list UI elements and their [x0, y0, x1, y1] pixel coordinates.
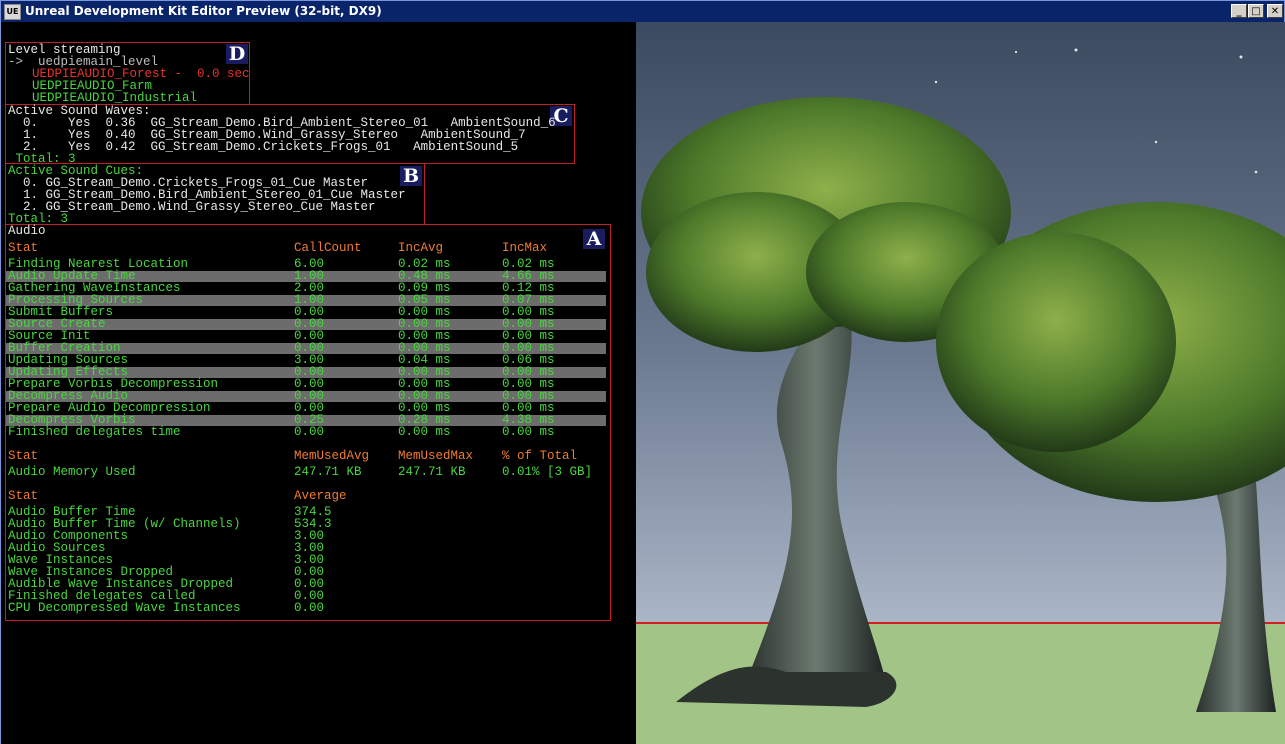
memory-cell: Audio Memory Used	[8, 465, 136, 479]
maximize-button[interactable]: □	[1248, 4, 1264, 18]
window-title: Unreal Development Kit Editor Preview (3…	[25, 4, 382, 18]
timing-cell: Finished delegates time	[8, 425, 181, 439]
timing-cell: 0.00 ms	[502, 425, 555, 439]
memory-header-cell: Stat	[8, 449, 39, 463]
minimize-button[interactable]: _	[1231, 4, 1247, 18]
memory-header-cell: % of Total	[502, 449, 578, 463]
memory-header-cell: MemUsedAvg	[294, 449, 370, 463]
streamed-level: UEDPIEAUDIO_Industrial	[32, 91, 198, 105]
timing-cell: 0.00 ms	[398, 425, 451, 439]
scene-render	[636, 22, 1285, 744]
stats-hud: D Level streaming -> uedpiemain_level UE…	[1, 22, 636, 744]
timing-header-cell: IncAvg	[398, 241, 444, 255]
unreal-app-icon[interactable]: UE	[4, 4, 21, 20]
editor-window: UE Unreal Development Kit Editor Preview…	[0, 0, 1285, 744]
counter-header-cell: Stat	[8, 489, 39, 503]
memory-cell: 0.01% [3 GB]	[502, 465, 593, 479]
memory-cell: 247.71 KB	[398, 465, 466, 479]
timing-header-cell: CallCount	[294, 241, 362, 255]
timing-cell: 0.00	[294, 425, 325, 439]
tag-a: A	[583, 229, 605, 249]
timing-header-cell: IncMax	[502, 241, 548, 255]
audio-title: Audio	[8, 224, 46, 238]
close-button[interactable]: ✕	[1267, 4, 1283, 18]
counter-header-cell: Average	[294, 489, 347, 503]
memory-cell: 247.71 KB	[294, 465, 362, 479]
sound-wave-row: 2. Yes 0.42 GG_Stream_Demo.Crickets_Frog…	[8, 140, 519, 154]
tag-b: B	[400, 166, 422, 186]
memory-header-cell: MemUsedMax	[398, 449, 474, 463]
counter-cell: CPU Decompressed Wave Instances	[8, 601, 241, 615]
game-viewport[interactable]	[636, 22, 1285, 744]
counter-cell: 0.00	[294, 601, 325, 615]
timing-header-cell: Stat	[8, 241, 39, 255]
title-bar[interactable]: UE Unreal Development Kit Editor Preview…	[1, 1, 1284, 22]
tag-d: D	[226, 44, 248, 64]
